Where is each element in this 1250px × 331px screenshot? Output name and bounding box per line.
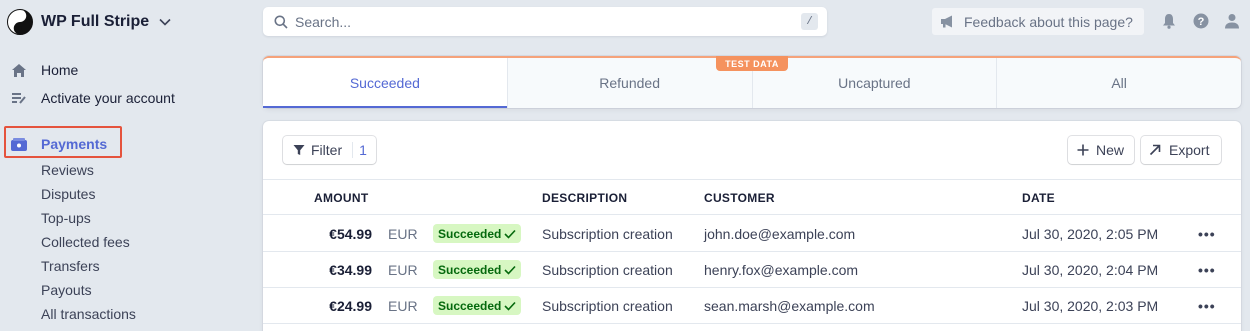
description-cell: Subscription creation <box>542 298 673 314</box>
filter-button[interactable]: Filter 1 <box>283 136 376 164</box>
sidebar-item-transfers[interactable]: Transfers <box>41 257 100 275</box>
table-row[interactable]: €54.99 EUR Succeeded Subscription creati… <box>263 216 1241 252</box>
sidebar-item-disputes[interactable]: Disputes <box>41 185 95 203</box>
table-row[interactable]: €34.99 EUR Succeeded Subscription creati… <box>263 252 1241 288</box>
home-icon <box>10 61 28 79</box>
nav-item-home[interactable]: Home <box>10 59 78 81</box>
account-name: WP Full Stripe <box>41 13 150 30</box>
status-label: Succeeded <box>438 298 502 313</box>
search-icon <box>274 15 288 29</box>
filter-icon <box>293 145 305 155</box>
nav-item-activate[interactable]: Activate your account <box>10 87 175 109</box>
more-options-icon[interactable]: ••• <box>1198 226 1216 242</box>
payments-card: Filter 1 New Export AMOUNT DESCRIPTION C… <box>263 121 1241 331</box>
sidebar-item-reviews[interactable]: Reviews <box>41 161 94 179</box>
tab-succeeded[interactable]: Succeeded <box>263 58 508 108</box>
date-cell: Jul 30, 2020, 2:05 PM <box>1022 226 1159 242</box>
export-button[interactable]: Export <box>1141 136 1221 164</box>
tab-uncaptured[interactable]: Uncaptured <box>753 58 998 108</box>
account-switcher[interactable]: WP Full Stripe <box>7 8 171 36</box>
filter-label: Filter <box>311 142 343 158</box>
table-row[interactable]: €24.99 EUR Succeeded Subscription creati… <box>263 288 1241 324</box>
customer-cell: john.doe@example.com <box>704 226 856 242</box>
amount-cell: €24.99 <box>329 298 372 314</box>
sidebar-item-payouts[interactable]: Payouts <box>41 281 92 299</box>
checkmark-icon <box>504 229 516 239</box>
sidebar-item-collected-fees[interactable]: Collected fees <box>41 233 130 251</box>
nav-item-payments[interactable]: Payments <box>10 133 107 155</box>
plus-icon <box>1077 144 1089 156</box>
payments-icon <box>10 135 28 153</box>
tab-all[interactable]: All <box>997 58 1241 108</box>
column-header-date[interactable]: DATE <box>1022 191 1055 205</box>
table-header: AMOUNT DESCRIPTION CUSTOMER DATE <box>263 179 1241 215</box>
help-icon[interactable]: ? <box>1192 12 1210 30</box>
sidebar-item-all-transactions[interactable]: All transactions <box>41 305 136 323</box>
yin-yang-logo-icon <box>7 9 33 35</box>
sidebar-item-top-ups[interactable]: Top-ups <box>41 209 91 227</box>
status-badge: Succeeded <box>433 296 522 315</box>
checklist-icon <box>10 89 28 107</box>
checkmark-icon <box>504 301 516 311</box>
search-shortcut-hint: / <box>801 13 818 30</box>
amount-cell: €34.99 <box>329 262 372 278</box>
currency-cell: EUR <box>388 298 418 314</box>
more-options-icon[interactable]: ••• <box>1198 298 1216 314</box>
date-cell: Jul 30, 2020, 2:03 PM <box>1022 298 1159 314</box>
arrow-up-right-icon <box>1149 144 1161 156</box>
nav-label-home: Home <box>41 62 79 78</box>
customer-cell: henry.fox@example.com <box>704 262 859 278</box>
status-label: Succeeded <box>438 262 502 277</box>
more-options-icon[interactable]: ••• <box>1198 262 1216 278</box>
status-badge: Succeeded <box>433 224 522 243</box>
chevron-down-icon <box>159 18 171 26</box>
sidebar: WP Full Stripe Home Activate your accoun… <box>0 0 250 331</box>
status-badge: Succeeded <box>433 260 522 279</box>
currency-cell: EUR <box>388 226 418 242</box>
megaphone-icon <box>941 15 952 28</box>
new-label: New <box>1096 142 1125 158</box>
description-cell: Subscription creation <box>542 262 673 278</box>
bell-icon[interactable] <box>1160 12 1178 30</box>
column-header-customer[interactable]: CUSTOMER <box>704 191 775 205</box>
new-button[interactable]: New <box>1068 136 1134 164</box>
filter-count: 1 <box>352 142 367 158</box>
column-header-amount[interactable]: AMOUNT <box>314 191 368 205</box>
feedback-button[interactable]: Feedback about this page? <box>931 7 1145 36</box>
checkmark-icon <box>504 265 516 275</box>
date-cell: Jul 30, 2020, 2:04 PM <box>1022 262 1159 278</box>
currency-cell: EUR <box>388 262 418 278</box>
customer-cell: sean.marsh@example.com <box>704 298 875 314</box>
description-cell: Subscription creation <box>542 226 673 242</box>
svg-text:?: ? <box>1198 16 1205 28</box>
nav-label-activate: Activate your account <box>41 90 175 106</box>
search-input[interactable] <box>295 13 785 30</box>
test-data-badge: TEST DATA <box>716 56 788 71</box>
user-icon[interactable] <box>1223 12 1241 30</box>
column-header-description[interactable]: DESCRIPTION <box>542 191 627 205</box>
nav-label-payments: Payments <box>41 136 108 152</box>
feedback-label: Feedback about this page? <box>964 13 1133 30</box>
search-bar[interactable]: / <box>263 7 827 36</box>
status-label: Succeeded <box>438 226 502 241</box>
amount-cell: €54.99 <box>329 226 372 242</box>
export-label: Export <box>1169 142 1210 158</box>
